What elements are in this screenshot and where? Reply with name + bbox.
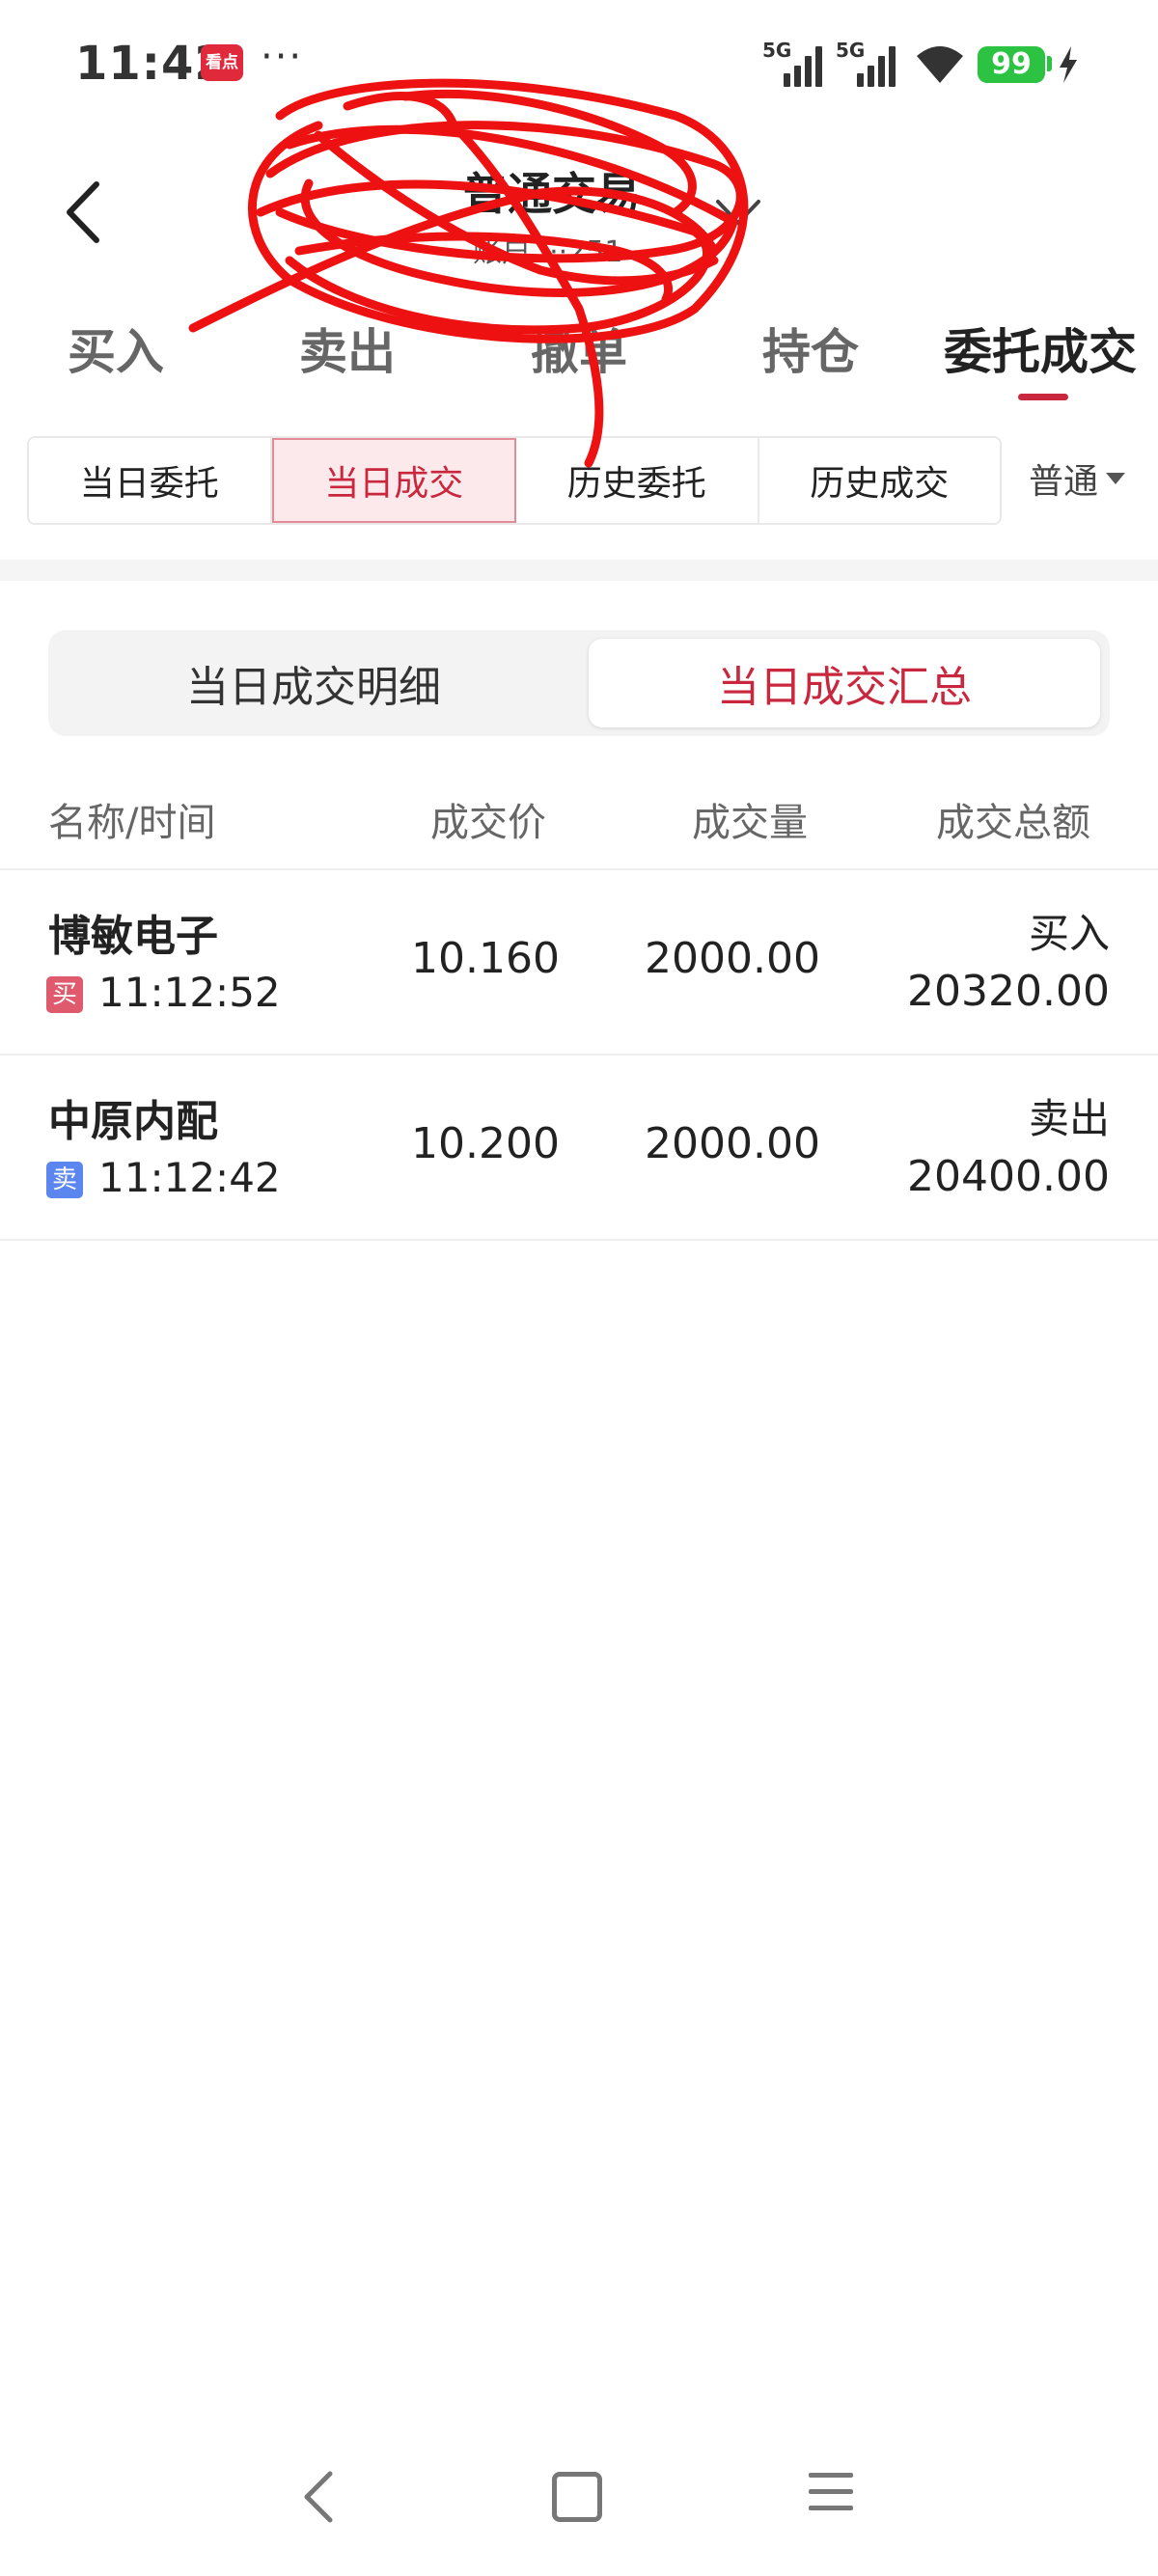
column-header-amount: 成交总额 — [936, 801, 1090, 845]
active-tab-indicator — [1018, 394, 1068, 400]
table-row[interactable]: 博敏电子 买 11:12:52 10.160 2000.00 买入 20320.… — [0, 870, 1158, 1054]
subtab-history-trades[interactable]: 历史成交 — [759, 438, 1001, 523]
trade-amount: 20320.00 — [907, 967, 1110, 1016]
segment-trade-summary[interactable]: 当日成交汇总 — [589, 639, 1100, 727]
nav-back-icon[interactable] — [299, 2468, 338, 2526]
segment-trade-detail[interactable]: 当日成交明细 — [48, 630, 579, 736]
tab-cancel[interactable]: 撤单 — [531, 314, 627, 383]
stock-name: 中原内配 — [48, 1097, 218, 1146]
battery-icon: 99 — [978, 46, 1045, 83]
nav-home-icon[interactable] — [552, 2472, 602, 2522]
subtab-today-trades[interactable]: 当日成交 — [271, 438, 516, 523]
trade-direction: 买入 — [1028, 910, 1110, 957]
app-badge-icon: 看点 — [201, 44, 243, 81]
sub-tab-bar: 当日委托 当日成交 历史委托 历史成交 — [27, 436, 1002, 525]
buy-tag: 买 — [46, 976, 83, 1013]
signal-icon-2: 5G — [836, 39, 903, 87]
charging-icon — [1060, 46, 1077, 83]
section-divider — [0, 560, 1158, 581]
subtab-today-orders[interactable]: 当日委托 — [29, 438, 272, 523]
table-row[interactable]: 中原内配 卖 11:12:42 10.200 2000.00 卖出 20400.… — [0, 1055, 1158, 1239]
subtab-history-orders[interactable]: 历史委托 — [516, 438, 759, 523]
nav-menu-icon[interactable] — [809, 2473, 853, 2522]
battery-cap — [1047, 56, 1052, 71]
account-subtitle: 账户 ···251 — [473, 235, 623, 269]
caret-down-icon — [1106, 473, 1126, 484]
trade-price: 10.160 — [411, 934, 560, 983]
mode-dropdown[interactable]: 普通 — [1029, 453, 1126, 504]
signal-icon: 5G — [762, 39, 830, 87]
trade-time: 11:12:42 — [98, 1154, 281, 1201]
column-header-quantity: 成交量 — [692, 801, 808, 845]
more-notifications-icon: ··· — [261, 35, 304, 79]
row-divider — [0, 1239, 1158, 1241]
page-title[interactable]: 普通交易 — [463, 159, 641, 223]
tab-orders-trades[interactable]: 委托成交 — [944, 314, 1137, 383]
chevron-down-icon[interactable] — [714, 198, 762, 227]
column-header-name-time: 名称/时间 — [48, 801, 216, 845]
trade-quantity: 2000.00 — [645, 1119, 820, 1168]
trade-direction: 卖出 — [1028, 1095, 1110, 1142]
column-header-price: 成交价 — [430, 801, 546, 845]
back-arrow-icon[interactable] — [58, 178, 116, 246]
trade-quantity: 2000.00 — [645, 934, 820, 983]
trade-price: 10.200 — [411, 1119, 560, 1168]
tab-sell[interactable]: 卖出 — [299, 314, 396, 383]
wifi-icon — [917, 46, 963, 83]
tab-buy[interactable]: 买入 — [68, 314, 164, 383]
mode-label: 普通 — [1029, 462, 1099, 502]
stock-name: 博敏电子 — [48, 912, 218, 961]
sell-tag: 卖 — [46, 1162, 83, 1198]
trade-time: 11:12:52 — [98, 969, 281, 1016]
tab-positions[interactable]: 持仓 — [762, 314, 859, 383]
trade-amount: 20400.00 — [907, 1152, 1110, 1201]
